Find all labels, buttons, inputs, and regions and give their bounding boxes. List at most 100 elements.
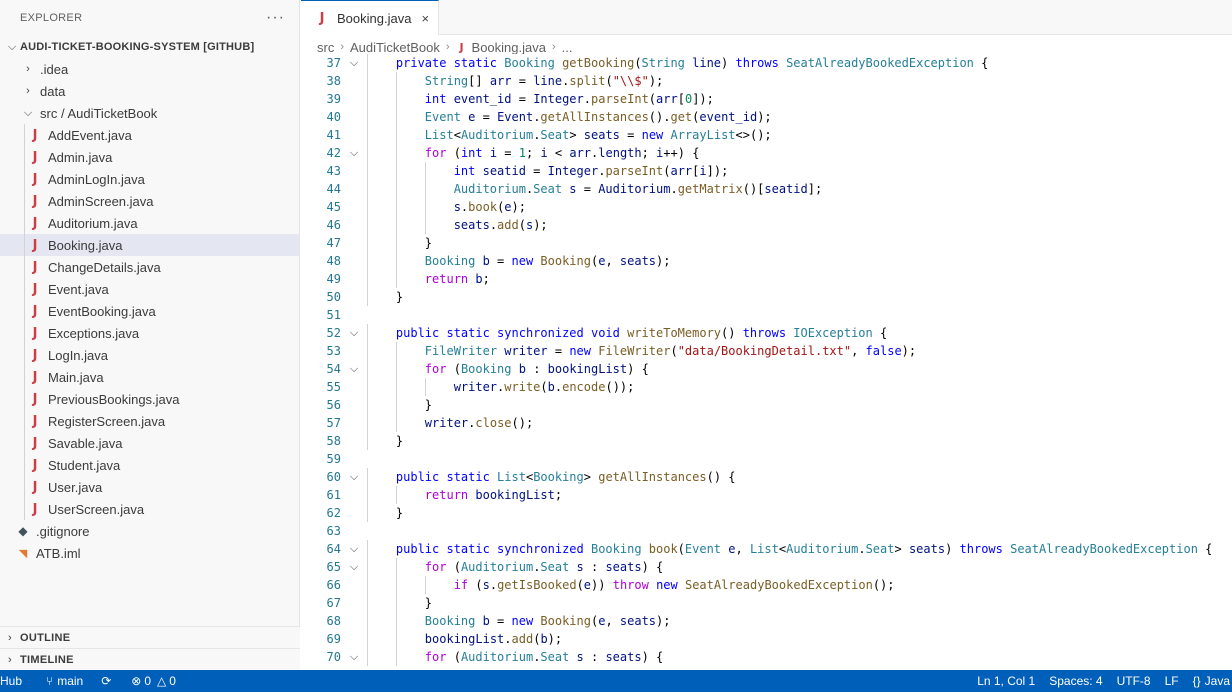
code-token: (	[605, 74, 613, 88]
code-line[interactable]: 57 writer.close();	[301, 414, 1232, 432]
file-item[interactable]: J Main.java	[0, 366, 299, 388]
code-line[interactable]: 37 ⌵ private static Booking getBooking(Str…	[301, 54, 1232, 72]
language-mode[interactable]: {} Java	[1193, 674, 1230, 688]
file-item[interactable]: J Exceptions.java	[0, 322, 299, 344]
file-item[interactable]: J AdminScreen.java	[0, 190, 299, 212]
code-line[interactable]: 59	[301, 450, 1232, 468]
code-line[interactable]: 48 Booking b = new Booking(e, seats);	[301, 252, 1232, 270]
code-line[interactable]: 65 ⌵ for (Auditorium.Seat s : seats) {	[301, 558, 1232, 576]
code-line[interactable]: 67}	[301, 594, 1232, 612]
file-item[interactable]: J AddEvent.java	[0, 124, 299, 146]
code-line[interactable]: 63	[301, 522, 1232, 540]
breadcrumb-item-src[interactable]: src	[317, 40, 334, 55]
fold-chevron-icon[interactable]: ⌵	[341, 144, 367, 162]
remote-indicator[interactable]: Hub	[0, 674, 22, 688]
file-item[interactable]: ◥ ATB.iml	[0, 542, 299, 564]
code-editor[interactable]: 37 ⌵ private static Booking getBooking(Str…	[301, 54, 1232, 670]
file-item[interactable]: J Auditorium.java	[0, 212, 299, 234]
file-label: Booking.java	[48, 237, 123, 253]
code-line[interactable]: 58}	[301, 432, 1232, 450]
code-line[interactable]: 56}	[301, 396, 1232, 414]
breadcrumb-item-symbol[interactable]: ...	[562, 40, 573, 55]
fold-gutter	[341, 234, 367, 252]
code-line[interactable]: 69 bookingList.add(b);	[301, 630, 1232, 648]
code-line[interactable]: 52 ⌵ public static synchronized void write…	[301, 324, 1232, 342]
breadcrumb-item-file[interactable]: Booking.java	[472, 40, 546, 55]
file-item[interactable]: J AdminLogIn.java	[0, 168, 299, 190]
file-item[interactable]: J Savable.java	[0, 432, 299, 454]
code-token: line	[692, 56, 722, 70]
code-line[interactable]: 44 Auditorium.Seat s = Auditorium.getMatr…	[301, 180, 1232, 198]
fold-chevron-icon[interactable]: ⌵	[341, 468, 367, 486]
file-item[interactable]: J Booking.java	[0, 234, 299, 256]
code-line[interactable]: 68 Booking b = new Booking(e, seats);	[301, 612, 1232, 630]
folder-item[interactable]: › data	[0, 80, 299, 102]
tab-booking-java[interactable]: J Booking.java ×	[301, 0, 439, 35]
breadcrumb-item-folder[interactable]: AudiTicketBook	[350, 40, 440, 55]
end-of-line[interactable]: LF	[1165, 674, 1179, 688]
more-actions-icon[interactable]: ···	[266, 9, 285, 27]
code-line[interactable]: 40 Event e = Event.getAllInstances().get(…	[301, 108, 1232, 126]
code-token: write	[504, 380, 541, 394]
fold-chevron-icon[interactable]: ⌵	[341, 540, 367, 558]
code-line[interactable]: 60 ⌵ public static List<Booking> getAllIns…	[301, 468, 1232, 486]
code-token: ]);	[706, 164, 729, 178]
code-line[interactable]: 47}	[301, 234, 1232, 252]
code-token: throw	[612, 578, 657, 592]
code-line[interactable]: 64 ⌵ public static synchronized Booking bo…	[301, 540, 1232, 558]
code-line[interactable]: 49 return b;	[301, 270, 1232, 288]
sync-icon[interactable]: ⟳	[101, 674, 111, 688]
file-item[interactable]: J EventBooking.java	[0, 300, 299, 322]
code-line[interactable]: 39 int event_id = Integer.parseInt(arr[0]…	[301, 90, 1232, 108]
code-line[interactable]: 38 String[] arr = line.split("\\$");	[301, 72, 1232, 90]
timeline-panel-header[interactable]: › TIMELINE	[0, 648, 300, 670]
indent-guide	[395, 126, 397, 144]
branch-indicator[interactable]: ⑂ main	[46, 674, 83, 688]
iml-file-icon: ◥	[18, 547, 28, 560]
code-line[interactable]: 46 seats.add(s);	[301, 216, 1232, 234]
code-token: seats	[908, 542, 946, 556]
workspace-root[interactable]: ⌵ AUDI-TICKET-BOOKING-SYSTEM [GITHUB]	[0, 36, 299, 58]
problems-indicator[interactable]: ⊗ 0 △ 0	[131, 674, 176, 688]
fold-chevron-icon[interactable]: ⌵	[341, 360, 367, 378]
encoding[interactable]: UTF-8	[1117, 674, 1151, 688]
folder-item[interactable]: › .idea	[0, 58, 299, 80]
code-line[interactable]: 54 ⌵ for (Booking b : bookingList) {	[301, 360, 1232, 378]
folder-item[interactable]: ⌵ src / AudiTicketBook	[0, 102, 299, 124]
code-line[interactable]: 53 FileWriter writer = new FileWriter("da…	[301, 342, 1232, 360]
code-token: ,	[851, 344, 866, 358]
file-item[interactable]: J Admin.java	[0, 146, 299, 168]
code-line[interactable]: 70 ⌵ for (Auditorium.Seat s : seats) {	[301, 648, 1232, 666]
cursor-position[interactable]: Ln 1, Col 1	[977, 674, 1035, 688]
file-item[interactable]: J PreviousBookings.java	[0, 388, 299, 410]
file-item[interactable]: J UserScreen.java	[0, 498, 299, 520]
file-item[interactable]: J User.java	[0, 476, 299, 498]
file-item[interactable]: J RegisterScreen.java	[0, 410, 299, 432]
code-line[interactable]: 51	[301, 306, 1232, 324]
fold-gutter	[341, 342, 367, 360]
fold-chevron-icon[interactable]: ⌵	[341, 558, 367, 576]
file-item[interactable]: J Event.java	[0, 278, 299, 300]
code-line[interactable]: 61 return bookingList;	[301, 486, 1232, 504]
code-line[interactable]: 43 int seatid = Integer.parseInt(arr[i]);	[301, 162, 1232, 180]
code-line[interactable]: 45 s.book(e);	[301, 198, 1232, 216]
file-item[interactable]: ◆ .gitignore	[0, 520, 299, 542]
outline-panel-header[interactable]: › OUTLINE	[0, 626, 300, 648]
code-token: SeatAlreadyBookedException	[684, 578, 873, 592]
file-item[interactable]: J ChangeDetails.java	[0, 256, 299, 278]
indent-guide	[367, 504, 368, 522]
code-line[interactable]: 50}	[301, 288, 1232, 306]
fold-chevron-icon[interactable]: ⌵	[341, 54, 367, 72]
code-line[interactable]: 55 writer.write(b.encode());	[301, 378, 1232, 396]
indentation[interactable]: Spaces: 4	[1049, 674, 1102, 688]
line-number: 39	[326, 92, 341, 106]
code-line[interactable]: 66 if (s.getIsBooked(e)) throw new SeatAl…	[301, 576, 1232, 594]
file-item[interactable]: J Student.java	[0, 454, 299, 476]
code-line[interactable]: 62}	[301, 504, 1232, 522]
fold-chevron-icon[interactable]: ⌵	[341, 324, 367, 342]
file-item[interactable]: J LogIn.java	[0, 344, 299, 366]
code-line[interactable]: 41 List<Auditorium.Seat> seats = new Arra…	[301, 126, 1232, 144]
close-icon[interactable]: ×	[421, 11, 429, 26]
code-line[interactable]: 42 ⌵ for (int i = 1; i < arr.length; i++) …	[301, 144, 1232, 162]
fold-chevron-icon[interactable]: ⌵	[341, 648, 367, 666]
